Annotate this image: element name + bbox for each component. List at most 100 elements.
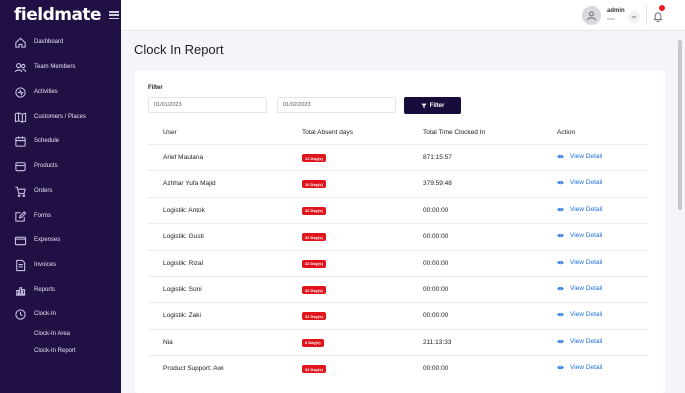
- sidebar-item-label: Dashboard: [34, 39, 64, 45]
- view-detail-link[interactable]: View Detail: [557, 179, 602, 186]
- sidebar-subitem-clock-in-report[interactable]: Clock-In Report: [34, 348, 76, 354]
- filter-icon: [420, 103, 427, 108]
- sidebar-item-customers-places[interactable]: Customers / Places: [0, 106, 121, 128]
- absent-days-badge: 32 Day(s): [302, 259, 326, 268]
- invoice-icon: [16, 259, 26, 271]
- sidebar-item-expenses[interactable]: Expenses: [0, 229, 121, 251]
- sidebar-item-label: Clock-In: [34, 311, 57, 317]
- view-detail-label: View Detail: [570, 285, 603, 292]
- view-detail-link[interactable]: View Detail: [557, 232, 602, 239]
- time-clocked-cell: 211:13:33: [423, 338, 452, 346]
- absent-days-badge: 32 Day(s): [302, 286, 326, 294]
- view-detail-link[interactable]: View Detail: [557, 206, 602, 213]
- activity-icon: [15, 86, 26, 98]
- menu-toggle-icon[interactable]: [109, 11, 120, 19]
- user-icon: [587, 11, 596, 21]
- time-clocked-cell: 00:00:00: [423, 286, 449, 293]
- sidebar-item-forms[interactable]: Forms: [0, 205, 121, 227]
- filter-label: Filter: [148, 85, 163, 91]
- eye-icon: [557, 207, 564, 211]
- absent-days-badge: 32 Day(s): [302, 312, 326, 321]
- avatar[interactable]: [582, 6, 601, 25]
- sidebar-subitem-clock-in-area[interactable]: Clock-In Area: [34, 331, 70, 337]
- table-row: Product Support: Awi 32 Day(s) 00:00:00 Vie…: [148, 355, 648, 381]
- sidebar-item-dashboard[interactable]: Dashboard: [0, 31, 121, 53]
- sidebar-item-schedule[interactable]: Schedule: [0, 130, 121, 152]
- user-cell: Logistik: Zaki: [163, 312, 201, 320]
- sidebar-item-label: Products: [34, 163, 58, 169]
- time-clocked-cell: 00:00:00: [423, 365, 449, 373]
- wallet-icon: [14, 236, 27, 245]
- absent-days-badge: 12 Day(s): [302, 154, 326, 162]
- eye-icon: [557, 339, 564, 343]
- end-date-input[interactable]: 01/02/2023: [277, 97, 396, 113]
- time-clocked-cell: 00:00:00: [423, 206, 449, 214]
- user-cell: Logistik: Antok: [163, 206, 205, 214]
- home-icon: [15, 37, 26, 48]
- sidebar-item-team-members[interactable]: Team Members: [0, 56, 121, 78]
- sidebar-item-label: Orders: [34, 188, 53, 194]
- filter-button[interactable]: Filter: [404, 97, 461, 114]
- sidebar-item-label: Customers / Places: [34, 114, 87, 120]
- table-row: Logistik: Soni 32 Day(s) 00:00:00 View Deta…: [148, 276, 648, 302]
- table-row: Logistik: Antok 32 Day(s) 00:00:00 View Det…: [148, 196, 648, 223]
- user-cell: Logistik: Soni: [163, 286, 202, 293]
- eye-icon: [557, 366, 564, 370]
- user-menu-toggle[interactable]: [628, 11, 640, 23]
- absent-days-badge: 32 Day(s): [302, 233, 326, 242]
- sidebar-item-reports[interactable]: Reports: [0, 279, 121, 301]
- view-detail-label: View Detail: [570, 205, 603, 213]
- eye-icon: [557, 181, 564, 185]
- view-detail-link[interactable]: View Detail: [557, 285, 602, 292]
- user-cell: Azhhar Yufa Majid: [163, 180, 216, 188]
- calendar-icon: [15, 135, 26, 147]
- sidebar-item-invoices[interactable]: Invoices: [0, 254, 121, 276]
- sidebar-item-label: Activities: [34, 89, 58, 95]
- column-header-absent-days: Total Absent days: [302, 129, 353, 136]
- table-row: Logistik: Gusti 32 Day(s) 00:00:00 View Det…: [148, 223, 648, 249]
- table-row: Logistik: Zaki 32 Day(s) 00:00:00 View Deta…: [148, 302, 648, 328]
- sidebar-item-label: Schedule: [34, 138, 60, 144]
- view-detail-label: View Detail: [570, 364, 603, 372]
- clock-icon: [15, 308, 26, 320]
- eye-icon: [557, 286, 564, 291]
- chevron-down-icon: [631, 15, 637, 19]
- view-detail-link[interactable]: View Detail: [557, 311, 602, 318]
- table-row: Azhhar Yufa Majid 10 Day(s) 379:59:48 View …: [148, 170, 648, 196]
- app-logo[interactable]: fieldmate: [14, 5, 102, 25]
- page-title: Clock In Report: [134, 42, 224, 57]
- view-detail-link[interactable]: View Detail: [557, 364, 602, 371]
- view-detail-link[interactable]: View Detail: [557, 153, 602, 160]
- table-row: Logistik: Rizal 32 Day(s) 00:00:00 View Det…: [148, 249, 648, 276]
- user-cell: Product Support: Awi: [163, 365, 224, 373]
- notification-badge: [659, 5, 665, 11]
- column-header-action: Action: [557, 129, 576, 136]
- table-row: Nia 8 Day(s) 211:13:33 View Detail: [148, 328, 648, 355]
- view-detail-link[interactable]: View Detail: [557, 259, 602, 266]
- topbar-divider: [646, 5, 647, 25]
- sidebar-item-orders[interactable]: Orders: [0, 180, 121, 202]
- view-detail-label: View Detail: [570, 153, 603, 160]
- notifications-button[interactable]: [653, 9, 663, 27]
- start-date-input[interactable]: 01/01/2023: [148, 97, 267, 113]
- team-icon: [14, 62, 27, 72]
- eye-icon: [557, 234, 564, 238]
- sidebar-item-products[interactable]: Products: [0, 155, 121, 177]
- filter-button-label: Filter: [429, 102, 445, 109]
- absent-days-badge: 32 Day(s): [302, 206, 326, 215]
- report-icon: [15, 286, 26, 296]
- sidebar-item-clock-in[interactable]: Clock-In: [0, 303, 121, 325]
- view-detail-label: View Detail: [570, 179, 603, 187]
- view-detail-link[interactable]: View Detail: [557, 338, 602, 345]
- sidebar-item-label: Reports: [34, 287, 56, 293]
- map-icon: [14, 111, 27, 123]
- eye-icon: [557, 260, 564, 264]
- sidebar-item-activities[interactable]: Activities: [0, 81, 121, 103]
- time-clocked-cell: 00:00:00: [423, 259, 449, 267]
- page-scrollbar[interactable]: [678, 40, 682, 210]
- time-clocked-cell: 379:59:48: [423, 180, 452, 188]
- user-name[interactable]: admin: [607, 8, 625, 14]
- view-detail-label: View Detail: [570, 311, 603, 319]
- user-cell: Nia: [163, 338, 173, 346]
- sidebar-item-label: Invoices: [34, 262, 57, 268]
